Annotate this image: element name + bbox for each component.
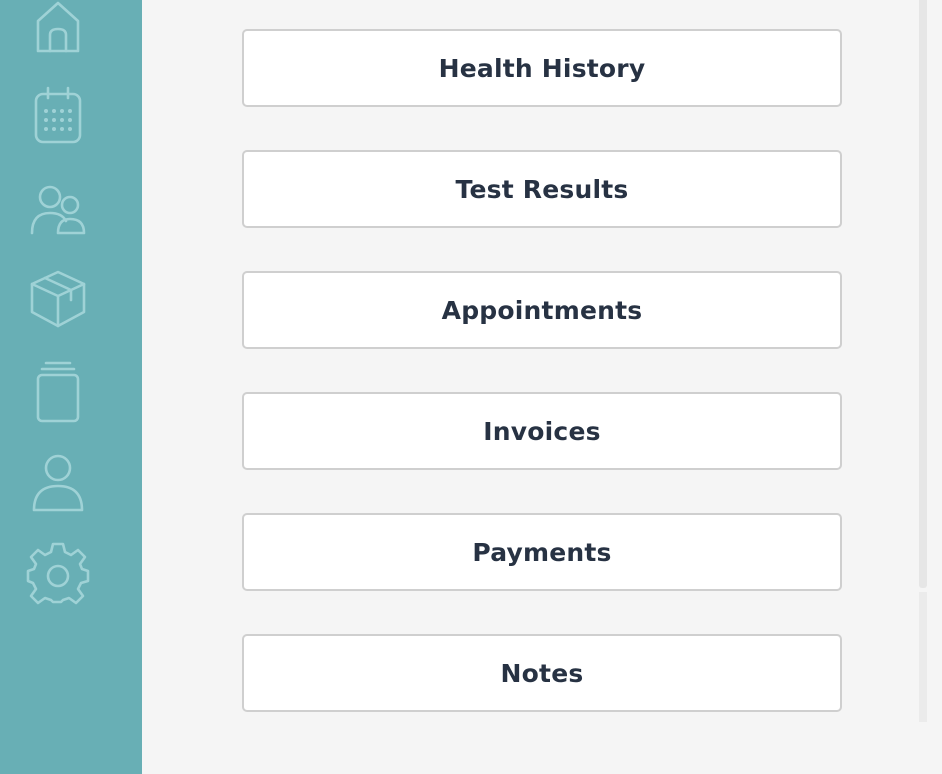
user-icon	[32, 454, 84, 512]
payments-label: Payments	[472, 537, 612, 567]
gear-icon	[26, 542, 90, 605]
calendar-icon	[34, 86, 82, 144]
health-history-button[interactable]: Health History	[242, 29, 842, 107]
invoices-button[interactable]: Invoices	[242, 392, 842, 470]
appointments-button[interactable]: Appointments	[242, 271, 842, 349]
notes-label: Notes	[500, 658, 584, 688]
health-history-label: Health History	[438, 53, 646, 83]
app-window: Health History Test Results Appointments…	[0, 0, 942, 774]
scrollbar-track[interactable]	[919, 592, 927, 722]
home-icon	[36, 1, 80, 53]
invoices-label: Invoices	[483, 416, 601, 446]
test-results-label: Test Results	[455, 174, 629, 204]
scrollbar-thumb[interactable]	[919, 0, 927, 588]
sidebar-item-records[interactable]	[22, 355, 94, 427]
sidebar-item-home[interactable]	[22, 0, 94, 63]
payments-button[interactable]: Payments	[242, 513, 842, 591]
test-results-button[interactable]: Test Results	[242, 150, 842, 228]
box-icon	[30, 270, 86, 328]
sidebar-nav	[0, 0, 142, 774]
archive-icon	[36, 361, 80, 423]
vertical-scrollbar[interactable]	[919, 0, 929, 774]
sidebar-item-profile[interactable]	[22, 446, 94, 518]
sidebar-item-clients[interactable]	[22, 171, 94, 243]
sidebar-item-settings[interactable]	[22, 538, 94, 610]
users-icon	[30, 185, 86, 235]
sidebar-item-calendar[interactable]	[22, 80, 94, 152]
sidebar-item-inventory[interactable]	[22, 262, 94, 334]
main-content: Health History Test Results Appointments…	[142, 0, 920, 774]
notes-button[interactable]: Notes	[242, 634, 842, 712]
appointments-label: Appointments	[441, 295, 643, 325]
